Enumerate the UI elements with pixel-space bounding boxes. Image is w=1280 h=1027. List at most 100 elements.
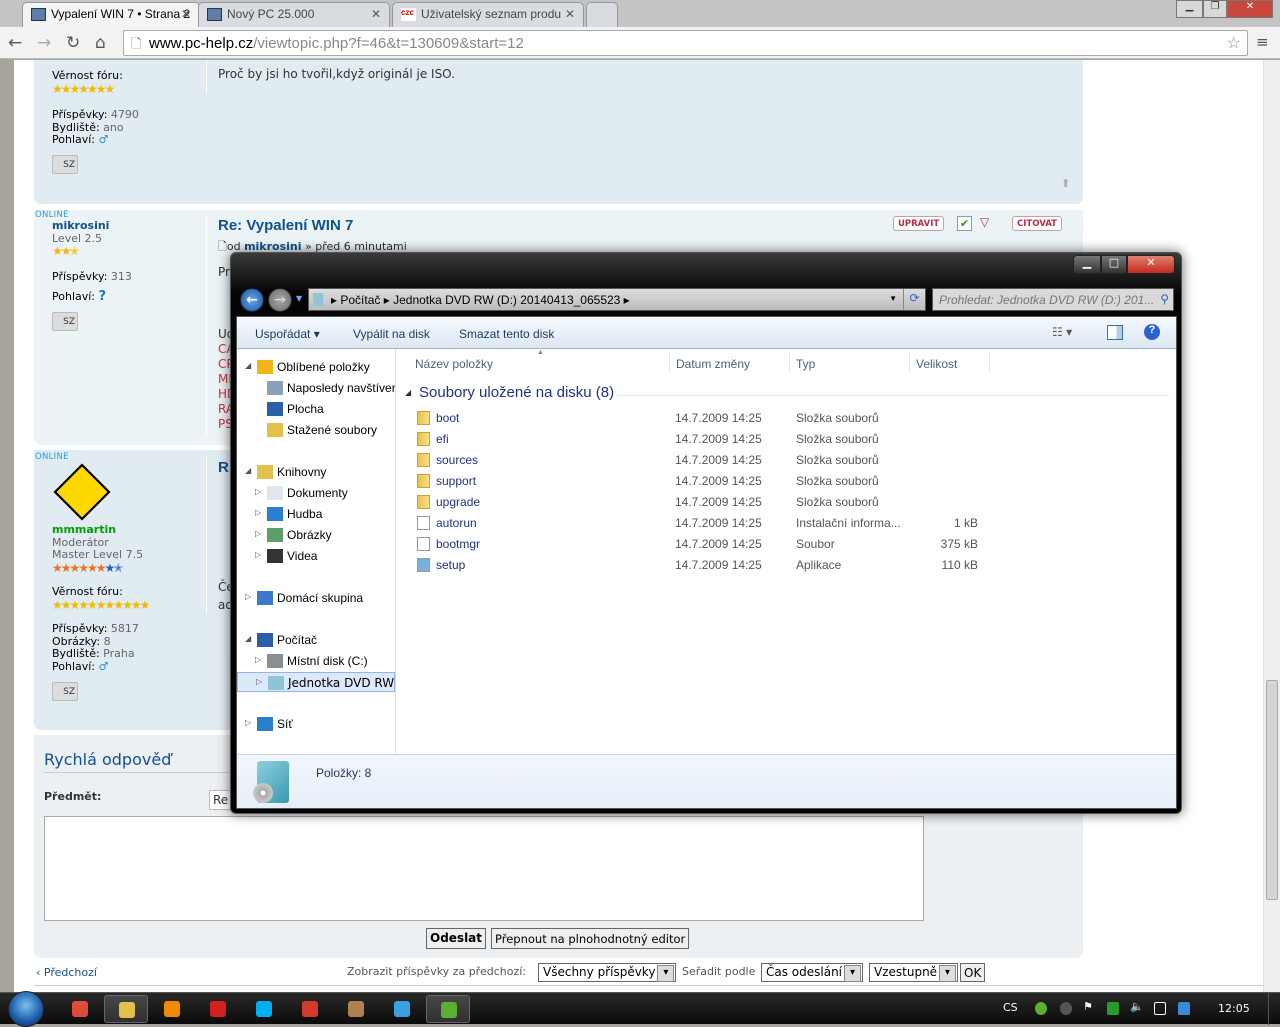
expand-arrow-icon[interactable]: ◢ <box>245 634 251 643</box>
clock[interactable]: 12:05 <box>1218 1002 1250 1015</box>
edit-button[interactable]: UPRAVIT <box>893 216 945 231</box>
column-header-date[interactable]: Datum změny <box>676 357 750 371</box>
tab-czc[interactable]: czc Uživatelský seznam produ ✕ <box>392 2 584 27</box>
approve-check-icon[interactable]: ✔ <box>957 216 972 231</box>
file-row[interactable]: efi 14.7.2009 14:25 Složka souborů <box>413 429 973 450</box>
file-row[interactable]: setup 14.7.2009 14:25 Aplikace 110 kB <box>413 555 978 576</box>
minimize-button[interactable]: ▁ <box>1176 0 1203 18</box>
sort-by-select[interactable]: Čas odeslání <box>761 963 864 982</box>
page-scrollbar[interactable] <box>1263 60 1280 992</box>
explorer-close-button[interactable]: ✕ <box>1127 255 1175 274</box>
burn-to-disc-button[interactable]: Vypálit na disk <box>353 327 430 341</box>
send-button[interactable]: Odeslat <box>426 928 487 949</box>
reload-icon[interactable]: ↻ <box>66 33 80 53</box>
help-icon[interactable]: ? <box>1144 324 1160 340</box>
previous-link[interactable]: ‹ Předchozí <box>36 966 97 979</box>
expand-arrow-icon[interactable]: ▷ <box>255 508 261 517</box>
explorer-address-bar[interactable]: ▸ Počítač ▸ Jednotka DVD RW (D:) 2014041… <box>308 288 926 311</box>
forward-icon[interactable]: → <box>37 33 51 53</box>
taskbar-app[interactable] <box>150 995 194 1023</box>
post-title[interactable]: Re: Vypalení WIN 7 <box>218 217 353 234</box>
nav-item[interactable]: ◢ Knihovny <box>237 462 395 482</box>
address-bar[interactable]: 🗋 www.pc-help.cz/viewtopic.php?f=46&t=130… <box>123 30 1248 56</box>
close-tab-icon[interactable]: ✕ <box>371 7 381 21</box>
close-tab-icon[interactable]: ✕ <box>565 7 575 21</box>
username-link[interactable]: mikrosini <box>52 219 132 233</box>
menu-icon[interactable]: ≡ <box>1256 33 1269 51</box>
message-textarea[interactable] <box>44 816 924 921</box>
private-message-button[interactable]: SZ <box>52 682 78 701</box>
nav-item[interactable]: ▷ Místní disk (C:) <box>237 651 395 671</box>
nav-item[interactable]: ▷ Dokumenty <box>237 483 395 503</box>
report-icon[interactable]: ▽ <box>980 215 989 229</box>
erase-disc-button[interactable]: Smazat tento disk <box>459 327 554 341</box>
nav-item[interactable]: Stažené soubory <box>237 420 395 440</box>
tab-novy-pc[interactable]: Nový PC 25.000 ✕ <box>198 2 390 27</box>
show-desktop-button[interactable] <box>1268 993 1280 1025</box>
show-posts-select[interactable]: Všechny příspěvky <box>538 963 677 982</box>
nav-item[interactable]: ▷ Obrázky <box>237 525 395 545</box>
nav-item[interactable]: ▷ Jednotka DVD RW (D:) <box>237 672 395 692</box>
taskbar-app[interactable] <box>288 995 332 1023</box>
explorer-minimize-button[interactable]: ▁ <box>1073 255 1101 274</box>
file-row[interactable]: autorun 14.7.2009 14:25 Instalační informa… <box>413 513 978 534</box>
expand-arrow-icon[interactable]: ▷ <box>245 718 251 727</box>
scrollbar-thumb[interactable] <box>1266 680 1278 900</box>
file-row[interactable]: upgrade 14.7.2009 14:25 Složka souborů <box>413 492 973 513</box>
file-row[interactable]: bootmgr 14.7.2009 14:25 Soubor 375 kB <box>413 534 978 555</box>
file-row[interactable]: support 14.7.2009 14:25 Složka souborů <box>413 471 973 492</box>
explorer-back-icon[interactable]: ← <box>240 288 264 312</box>
expand-arrow-icon[interactable]: ▷ <box>245 592 251 601</box>
username-link[interactable]: mmmartin <box>52 523 148 537</box>
bookmark-star-icon[interactable]: ☆ <box>1227 33 1241 53</box>
taskbar-app[interactable] <box>242 995 286 1023</box>
network-tray-icon[interactable] <box>1154 1002 1166 1015</box>
ok-button[interactable]: OK <box>960 963 986 982</box>
recent-pages-dropdown-icon[interactable]: ▼ <box>296 294 302 303</box>
back-icon[interactable]: ← <box>8 33 22 53</box>
security-tray-icon[interactable] <box>1107 1002 1119 1015</box>
expand-arrow-icon[interactable]: ▷ <box>255 487 261 496</box>
expand-arrow-icon[interactable]: ▷ <box>255 529 261 538</box>
maximize-button[interactable]: ❐ <box>1203 0 1227 18</box>
column-header-type[interactable]: Typ <box>796 357 815 371</box>
sort-order-select[interactable]: Vzestupně <box>869 963 959 982</box>
explorer-forward-icon[interactable]: → <box>268 288 292 312</box>
post-title[interactable]: R <box>218 459 229 476</box>
nav-item[interactable]: Naposledy navštívené <box>237 378 395 398</box>
nav-item[interactable]: ▷ Síť <box>237 714 395 734</box>
action-center-flag-icon[interactable]: ⚑ <box>1083 1000 1095 1013</box>
expand-arrow-icon[interactable]: ▷ <box>255 655 261 664</box>
tray-app-icon[interactable] <box>1178 1002 1190 1015</box>
group-collapse-icon[interactable]: ◢ <box>405 388 411 397</box>
taskbar-app[interactable] <box>196 995 240 1023</box>
language-indicator[interactable]: CS <box>1003 1001 1018 1014</box>
nav-item[interactable]: ▷ Hudba <box>237 504 395 524</box>
file-row[interactable]: sources 14.7.2009 14:25 Složka souborů <box>413 450 973 471</box>
close-window-button[interactable]: ✕ <box>1227 0 1273 18</box>
nav-item[interactable]: Plocha <box>237 399 395 419</box>
quote-button[interactable]: CITOVAT <box>1012 216 1062 231</box>
preview-pane-icon[interactable] <box>1107 325 1123 340</box>
nav-item[interactable]: ◢ Počítač <box>237 630 395 650</box>
breadcrumb-dvd-drive[interactable]: Jednotka DVD RW (D:) 20140413_065523 <box>393 293 620 307</box>
taskbar-app[interactable] <box>58 995 102 1023</box>
nav-item[interactable]: ▷ Videa <box>237 546 395 566</box>
expand-arrow-icon[interactable]: ◢ <box>245 466 251 475</box>
full-editor-button[interactable]: Přepnout na plnohodnotný editor <box>491 928 690 949</box>
new-tab-button[interactable] <box>586 2 618 27</box>
refresh-icon[interactable]: ⟳ <box>903 289 925 310</box>
taskbar-app[interactable] <box>380 995 424 1023</box>
volume-icon[interactable]: 🔈 <box>1130 1000 1144 1013</box>
tray-app-icon[interactable] <box>1060 1002 1072 1015</box>
private-message-button[interactable]: SZ <box>52 154 78 174</box>
organize-button[interactable]: Uspořádat ▾ <box>255 327 320 341</box>
column-header-name[interactable]: Název položky <box>415 357 493 371</box>
utorrent-tray-icon[interactable] <box>1035 1002 1047 1015</box>
taskbar-app[interactable] <box>334 995 378 1023</box>
change-view-icon[interactable]: ☷ ▾ <box>1052 325 1072 339</box>
file-row[interactable]: boot 14.7.2009 14:25 Složka souborů <box>413 408 973 429</box>
home-icon[interactable]: ⌂ <box>95 33 106 53</box>
nav-item[interactable]: ◢ Oblíbené položky <box>237 357 395 377</box>
expand-arrow-icon[interactable]: ◢ <box>245 361 251 370</box>
